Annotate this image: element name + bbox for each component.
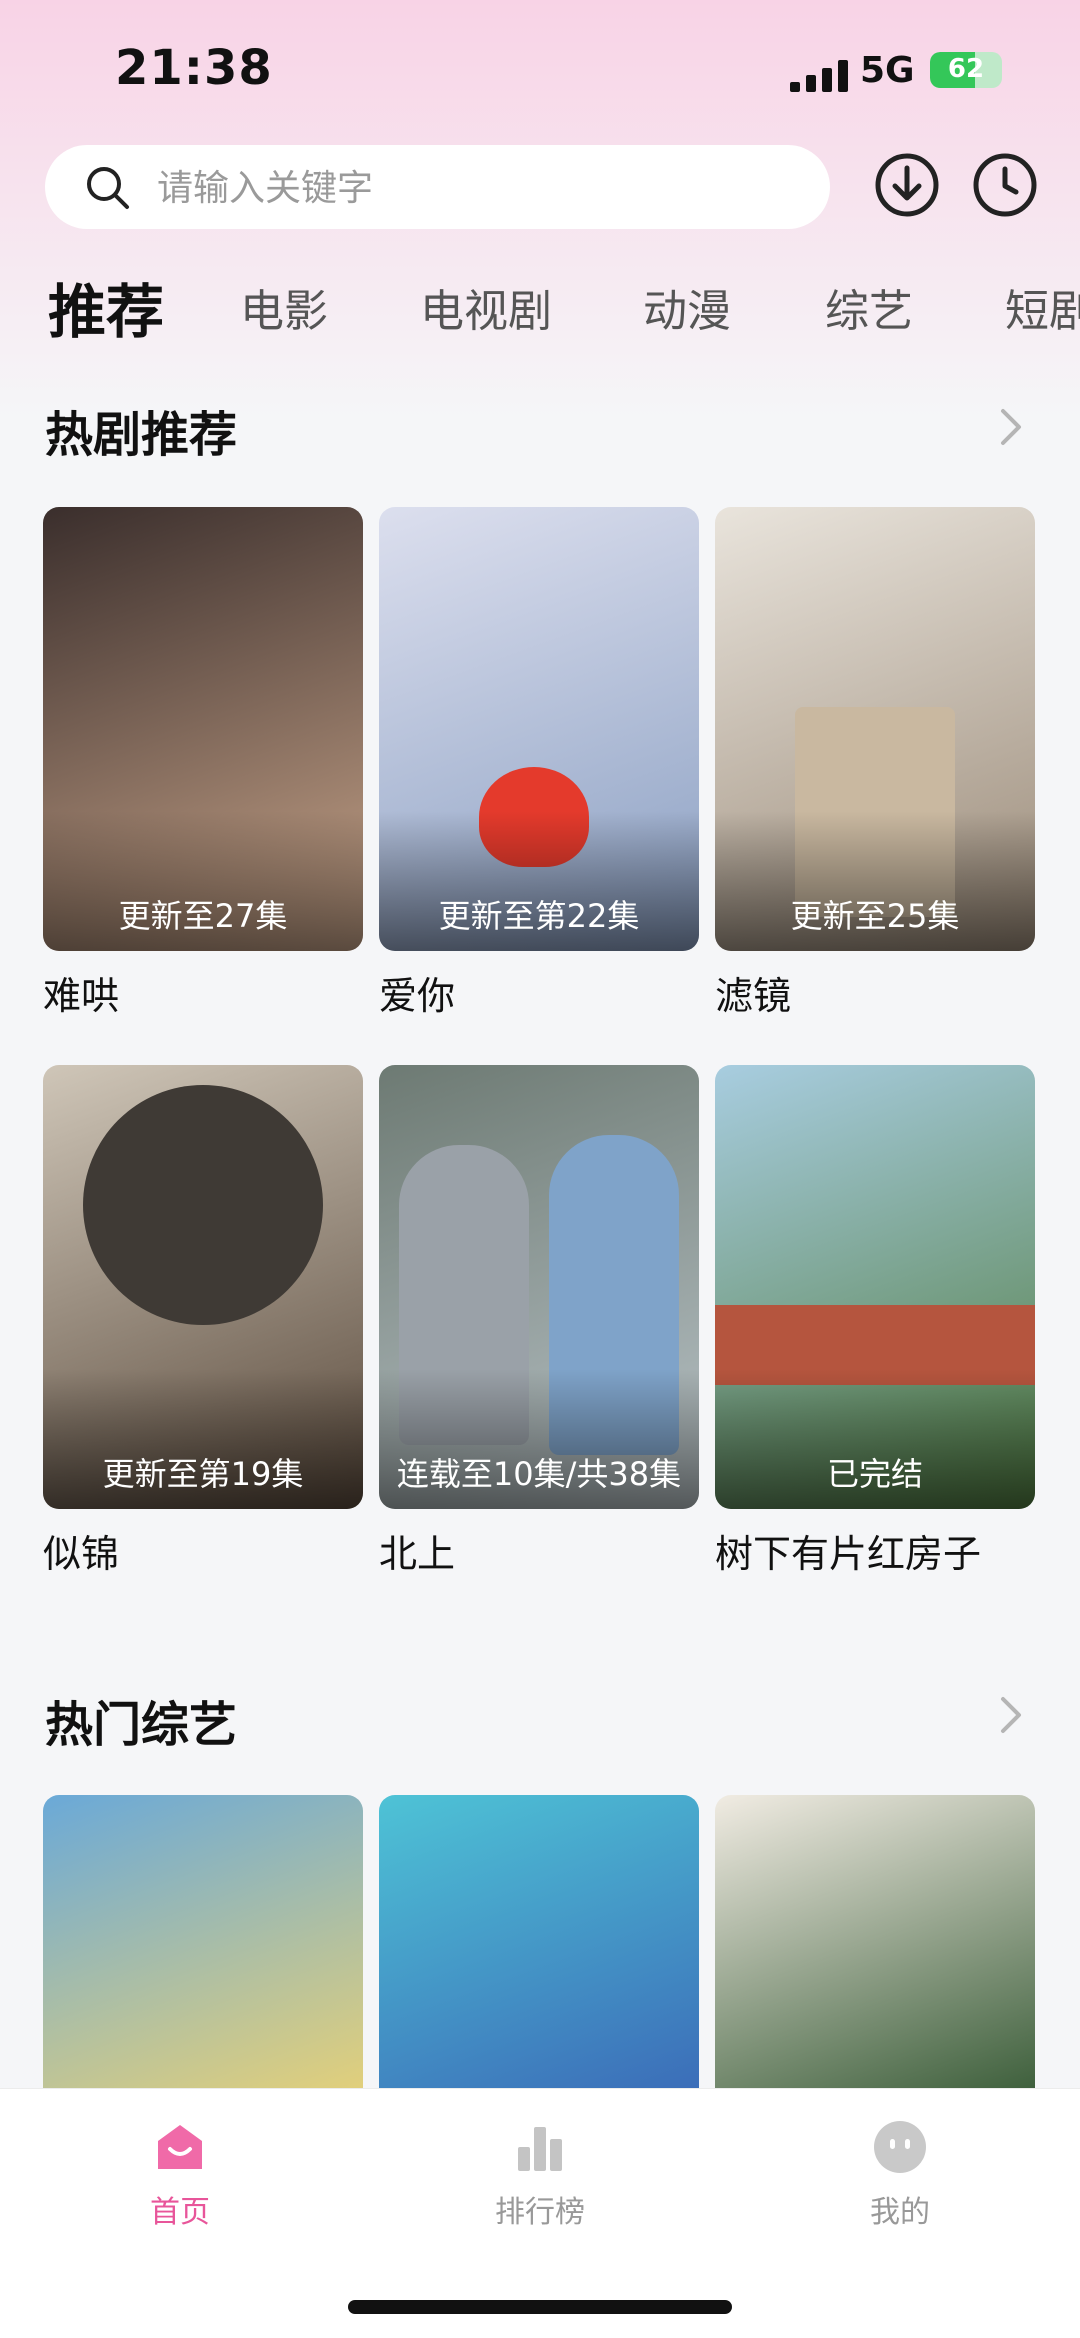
drama-card[interactable]: 更新至27集 难哄 bbox=[43, 507, 363, 1020]
chevron-right-icon[interactable] bbox=[995, 405, 1025, 449]
chevron-right-icon[interactable] bbox=[995, 1693, 1025, 1737]
variety-poster bbox=[43, 1795, 363, 2095]
drama-poster: 更新至27集 bbox=[43, 507, 363, 951]
status-time: 21:38 bbox=[115, 40, 273, 96]
variety-card[interactable] bbox=[43, 1795, 363, 2095]
search-input[interactable] bbox=[155, 145, 799, 231]
drama-poster: 已完结 bbox=[715, 1065, 1035, 1509]
nav-ranking[interactable]: 排行榜 bbox=[440, 2117, 640, 2231]
drama-title: 树下有片红房子 bbox=[715, 1532, 982, 1576]
drama-card[interactable]: 已完结 树下有片红房子 bbox=[715, 1065, 1035, 1578]
drama-card[interactable]: 更新至25集 滤镜 bbox=[715, 507, 1035, 1020]
drama-title: 爱你 bbox=[379, 974, 456, 1018]
variety-card[interactable] bbox=[715, 1795, 1035, 2095]
history-clock-icon[interactable] bbox=[970, 150, 1040, 220]
variety-poster bbox=[715, 1795, 1035, 2095]
tab-variety[interactable]: 综艺 bbox=[825, 275, 913, 339]
nav-label-profile: 我的 bbox=[870, 2195, 930, 2230]
nav-label-ranking: 排行榜 bbox=[495, 2195, 585, 2230]
drama-poster: 更新至第22集 bbox=[379, 507, 699, 951]
drama-card[interactable]: 更新至第22集 爱你 bbox=[379, 507, 699, 1020]
cellular-signal-icon bbox=[790, 60, 850, 92]
category-tabs: 推荐 电影 电视剧 动漫 综艺 短剧 bbox=[0, 255, 1080, 355]
drama-poster: 连载至10集/共38集 bbox=[379, 1065, 699, 1509]
drama-card[interactable]: 连载至10集/共38集 北上 bbox=[379, 1065, 699, 1578]
tab-tv-series[interactable]: 电视剧 bbox=[420, 275, 552, 339]
nav-home[interactable]: 首页 bbox=[80, 2117, 280, 2231]
ranking-chart-icon bbox=[518, 2127, 562, 2171]
drama-title: 似锦 bbox=[43, 1532, 120, 1576]
tab-recommend[interactable]: 推荐 bbox=[48, 265, 164, 349]
episode-badge: 更新至25集 bbox=[790, 897, 960, 935]
drama-card[interactable]: 更新至第19集 似锦 bbox=[43, 1065, 363, 1578]
download-icon[interactable] bbox=[872, 150, 942, 220]
section-title-hot-variety: 热门综艺 bbox=[45, 1697, 238, 1753]
episode-badge: 更新至第19集 bbox=[102, 1455, 304, 1493]
drama-poster: 更新至第19集 bbox=[43, 1065, 363, 1509]
episode-badge: 更新至27集 bbox=[118, 897, 288, 935]
battery-icon: 62 bbox=[930, 52, 1002, 88]
variety-poster bbox=[379, 1795, 699, 2095]
search-bar[interactable] bbox=[45, 145, 830, 231]
episode-badge: 连载至10集/共38集 bbox=[396, 1455, 682, 1493]
episode-badge: 更新至第22集 bbox=[438, 897, 640, 935]
search-icon bbox=[87, 167, 129, 209]
variety-card[interactable] bbox=[379, 1795, 699, 2095]
tab-anime[interactable]: 动漫 bbox=[643, 275, 731, 339]
drama-title: 难哄 bbox=[43, 974, 120, 1018]
tab-movies[interactable]: 电影 bbox=[240, 275, 328, 339]
episode-badge: 已完结 bbox=[826, 1455, 923, 1493]
profile-face-icon bbox=[874, 2121, 926, 2173]
section-title-hot-dramas: 热剧推荐 bbox=[45, 407, 238, 463]
home-icon bbox=[158, 2125, 202, 2169]
drama-title: 北上 bbox=[379, 1532, 456, 1576]
tab-short-drama[interactable]: 短剧 bbox=[1005, 275, 1080, 339]
drama-title: 滤镜 bbox=[715, 974, 792, 1018]
status-bar: 21:38 5G 62 bbox=[0, 0, 1080, 140]
home-indicator bbox=[348, 2300, 732, 2314]
drama-poster: 更新至25集 bbox=[715, 507, 1035, 951]
nav-label-home: 首页 bbox=[150, 2195, 210, 2230]
battery-level: 62 bbox=[947, 54, 985, 84]
network-type: 5G bbox=[860, 50, 915, 91]
nav-profile[interactable]: 我的 bbox=[800, 2117, 1000, 2231]
